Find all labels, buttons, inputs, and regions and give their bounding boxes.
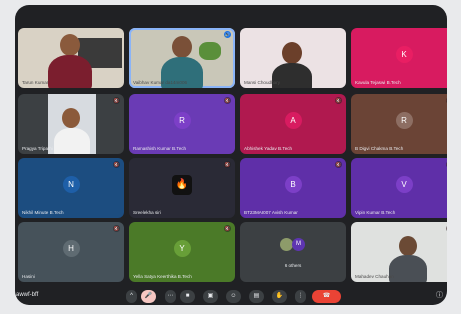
- mic-muted-icon: 🔇: [224, 161, 231, 168]
- avatar: K: [395, 46, 413, 63]
- meeting-code: awwf-bff: [16, 292, 39, 298]
- participant-tile[interactable]: A 🔇 Abhishek Yadav B.Tech: [240, 94, 346, 154]
- control-bar: awwf-bff ^ 🎤 ⋯ ■ ▣ ☺ ▤ ✋ ⋮ ☎ ⓘ: [15, 286, 447, 305]
- participant-tile[interactable]: B 🔇 BT23MAI007 Avish Kumar: [240, 158, 346, 218]
- mic-muted-icon: 🔇: [224, 225, 231, 232]
- video-options-button[interactable]: ⋯: [165, 290, 176, 303]
- meeting-window: Tarun Kumar 🔊 Vaibhav Kumar da14m006 Man…: [15, 5, 447, 305]
- participant-name: Nikhil Minute B.Tech: [22, 210, 64, 215]
- speaking-indicator-icon: 🔊: [224, 31, 231, 38]
- hangup-button[interactable]: ☎: [312, 290, 341, 303]
- participant-tile[interactable]: Mansi Choudhary: [240, 28, 346, 88]
- avatar: Y: [173, 240, 191, 257]
- participant-video: [48, 94, 96, 154]
- participant-name: B Digvi Chakma B.Tech: [355, 146, 404, 151]
- participant-tile[interactable]: N 🔇 Nikhil Minute B.Tech: [18, 158, 124, 218]
- participant-name: Sreelekha siri: [133, 210, 161, 215]
- plant-background: [199, 42, 221, 60]
- fire-icon: 🔥: [172, 175, 192, 195]
- participant-tile[interactable]: K Kavula Tejaswi B.Tech: [351, 28, 447, 88]
- participant-tile[interactable]: R 🔇 B Digvi Chakma B.Tech: [351, 94, 447, 154]
- participant-name: Pragya Tripathi: [22, 146, 53, 151]
- participant-name: Yella Satya Keerthika B.Tech: [133, 274, 192, 279]
- avatar: A: [284, 112, 302, 129]
- participant-tile[interactable]: 🔥 🔇 Sreelekha siri: [129, 158, 235, 218]
- participant-name: Ramashish Kumar B.Tech: [133, 146, 187, 151]
- participant-name: Vaibhav Kumar da14m006: [133, 80, 188, 85]
- participant-name: Mansi Choudhary: [244, 80, 281, 85]
- audio-options-button[interactable]: ^: [126, 290, 137, 303]
- participant-tile[interactable]: 🔇 Pragya Tripathi: [18, 94, 124, 154]
- emoji-button[interactable]: ☺: [226, 290, 241, 303]
- avatar: R: [173, 112, 191, 129]
- more-options-button[interactable]: ⋮: [295, 290, 306, 303]
- info-icon[interactable]: ⓘ: [436, 290, 443, 300]
- raise-hand-button[interactable]: ✋: [272, 290, 287, 303]
- participant-tile[interactable]: Y 🔇 Yella Satya Keerthika B.Tech: [129, 222, 235, 282]
- captions-button[interactable]: ▤: [249, 290, 264, 303]
- others-count: 6 others: [284, 263, 302, 268]
- avatar: N: [62, 176, 80, 193]
- mic-muted-icon: 🔇: [446, 161, 447, 168]
- present-button[interactable]: ▣: [203, 290, 218, 303]
- participant-name: Abhishek Yadav B.Tech: [244, 146, 293, 151]
- participant-tile[interactable]: 🔊 Vaibhav Kumar da14m006: [129, 28, 235, 88]
- avatar: B: [284, 176, 302, 193]
- others-avatar: M: [292, 238, 305, 251]
- camera-button[interactable]: ■: [180, 290, 195, 303]
- mic-muted-icon: 🔇: [446, 225, 447, 232]
- mic-muted-icon: 🔇: [113, 225, 120, 232]
- avatar: R: [395, 112, 413, 129]
- others-tile[interactable]: M 6 others: [240, 222, 346, 282]
- participant-name: Mahadev Chauhan: [355, 274, 394, 279]
- mic-muted-icon: 🔇: [113, 161, 120, 168]
- mic-muted-icon: 🔇: [224, 97, 231, 104]
- avatar: V: [395, 176, 413, 193]
- participant-tile[interactable]: Tarun Kumar: [18, 28, 124, 88]
- mic-muted-icon: 🔇: [446, 97, 447, 104]
- avatar: H: [62, 240, 80, 257]
- participant-tile[interactable]: R 🔇 Ramashish Kumar B.Tech: [129, 94, 235, 154]
- mic-muted-icon: 🔇: [335, 161, 342, 168]
- mic-off-button[interactable]: 🎤: [141, 290, 156, 303]
- participant-tile[interactable]: H 🔇 Hasini: [18, 222, 124, 282]
- participant-name: Kavula Tejaswi B.Tech: [355, 80, 401, 85]
- participant-name: Vipin Kumar B.Tech: [355, 210, 396, 215]
- participant-name: BT23MAI007 Avish Kumar: [244, 210, 298, 215]
- participant-tile[interactable]: 🔇 Mahadev Chauhan: [351, 222, 447, 282]
- mic-muted-icon: 🔇: [335, 97, 342, 104]
- participant-tile[interactable]: V 🔇 Vipin Kumar B.Tech: [351, 158, 447, 218]
- mic-muted-icon: 🔇: [113, 97, 120, 104]
- participant-name: Tarun Kumar: [22, 80, 49, 85]
- participant-name: Hasini: [22, 274, 35, 279]
